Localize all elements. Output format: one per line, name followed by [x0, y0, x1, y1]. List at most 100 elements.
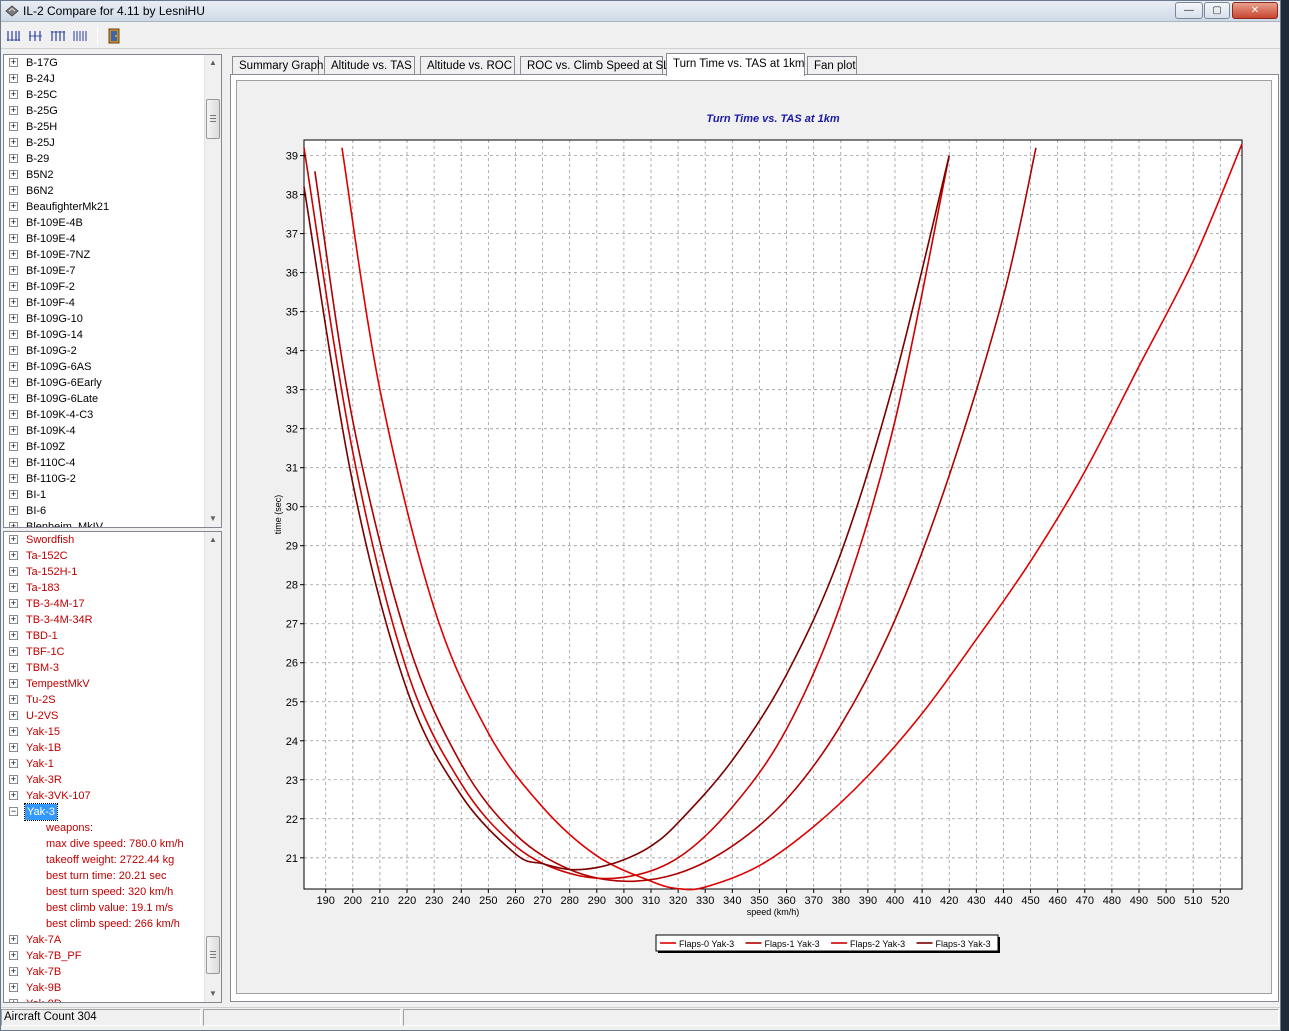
expand-icon[interactable]: + [9, 58, 18, 67]
tree-item[interactable]: + Bf-109G-10 [4, 311, 204, 327]
tree-item[interactable]: + Bf-109K-4-C3 [4, 407, 204, 423]
bars-2-icon[interactable] [27, 27, 45, 45]
turn-time-chart[interactable]: 190 200 210 220 230 240 250 260 270 280 290 300 310 3… [237, 81, 1273, 995]
tree-item[interactable]: + Ta-152H-1 [4, 564, 204, 580]
tab-fan-plot[interactable]: Fan plot [807, 56, 857, 75]
expand-icon[interactable]: + [9, 138, 18, 147]
tree-item[interactable]: + Yak-9D [4, 996, 204, 1002]
scroll-thumb[interactable] [206, 99, 220, 139]
tree-item[interactable]: + Ta-152C [4, 548, 204, 564]
tree-item[interactable]: + Yak-15 [4, 724, 204, 740]
tree-item[interactable]: + Yak-7A [4, 932, 204, 948]
tree-item[interactable]: + Bf-110C-4 [4, 455, 204, 471]
expand-icon[interactable]: + [9, 631, 18, 640]
tree-item[interactable]: + Yak-9B [4, 980, 204, 996]
expand-icon[interactable]: + [9, 663, 18, 672]
tree-item[interactable]: + Bf-109F-4 [4, 295, 204, 311]
bars-4-icon[interactable] [71, 27, 89, 45]
tree-bottom-scrollbar[interactable]: ▲ ▼ [204, 532, 221, 1002]
close-button[interactable]: ✕ [1232, 2, 1278, 19]
bars-3-icon[interactable] [49, 27, 67, 45]
tree-item[interactable]: + B-17G [4, 55, 204, 71]
tab-altitude-vs-roc[interactable]: Altitude vs. ROC [420, 56, 515, 75]
expand-icon[interactable]: + [9, 522, 18, 527]
expand-icon[interactable]: + [9, 266, 18, 275]
expand-icon[interactable]: + [9, 298, 18, 307]
scroll-thumb[interactable] [206, 936, 220, 974]
tree-item[interactable]: + Swordfish [4, 532, 204, 548]
expand-icon[interactable]: + [9, 506, 18, 515]
tree-item[interactable]: + Bf-110G-2 [4, 471, 204, 487]
tree-item[interactable]: + Bf-109G-6Late [4, 391, 204, 407]
tree-item[interactable]: + B-24J [4, 71, 204, 87]
tree-detail-item[interactable]: best climb speed: 266 km/h [4, 916, 204, 932]
bars-1-icon[interactable] [5, 27, 23, 45]
tree-item[interactable]: + Yak-1B [4, 740, 204, 756]
expand-icon[interactable]: + [9, 154, 18, 163]
tree-item[interactable]: + Yak-7B [4, 964, 204, 980]
tree-item[interactable]: + Bf-109G-14 [4, 327, 204, 343]
tree-item[interactable]: + Tu-2S [4, 692, 204, 708]
tree-detail-item[interactable]: best turn time: 20.21 sec [4, 868, 204, 884]
tree-item[interactable]: + Yak-3VK-107 [4, 788, 204, 804]
expand-icon[interactable]: + [9, 442, 18, 451]
tree-item[interactable]: + B-25G [4, 103, 204, 119]
expand-icon[interactable]: + [9, 426, 18, 435]
tree-item[interactable]: + U-2VS [4, 708, 204, 724]
tree-detail-item[interactable]: weapons: [4, 820, 204, 836]
expand-icon[interactable]: + [9, 967, 18, 976]
tree-item[interactable]: + BeaufighterMk21 [4, 199, 204, 215]
expand-icon[interactable]: + [9, 935, 18, 944]
scroll-up-icon[interactable]: ▲ [205, 55, 221, 71]
expand-icon[interactable]: + [9, 474, 18, 483]
expand-icon[interactable]: + [9, 551, 18, 560]
tree-item[interactable]: + B-25J [4, 135, 204, 151]
expand-icon[interactable]: + [9, 647, 18, 656]
tree-item[interactable]: + TB-3-4M-34R [4, 612, 204, 628]
expand-icon[interactable]: + [9, 759, 18, 768]
expand-icon[interactable]: + [9, 106, 18, 115]
expand-icon[interactable]: + [9, 90, 18, 99]
aircraft-tree-top[interactable]: + B-17G + B-24J + B-25C + B-25G + B-25H + B-25J + B-2… [3, 54, 222, 528]
tab-summary-graph[interactable]: Summary Graph [232, 56, 323, 75]
tree-item[interactable]: + Blenheim_MkIV [4, 519, 204, 527]
tree-item[interactable]: + Bf-109Z [4, 439, 204, 455]
tree-item[interactable]: + TempestMkV [4, 676, 204, 692]
expand-icon[interactable]: + [9, 234, 18, 243]
tree-item[interactable]: + Yak-7B_PF [4, 948, 204, 964]
tab-roc-vs-climb-speed[interactable]: ROC vs. Climb Speed at SL [520, 56, 670, 75]
tree-item[interactable]: + B-29 [4, 151, 204, 167]
expand-icon[interactable]: + [9, 74, 18, 83]
tree-item[interactable]: + TBM-3 [4, 660, 204, 676]
expand-icon[interactable]: + [9, 218, 18, 227]
expand-icon[interactable]: + [9, 250, 18, 259]
expand-icon[interactable]: + [9, 330, 18, 339]
tree-item[interactable]: + BI-1 [4, 487, 204, 503]
scroll-up-icon[interactable]: ▲ [205, 532, 221, 548]
tree-item[interactable]: − Yak-3 [4, 803, 204, 821]
expand-icon[interactable]: + [9, 458, 18, 467]
expand-icon[interactable]: + [9, 695, 18, 704]
expand-icon[interactable]: + [9, 983, 18, 992]
tree-item[interactable]: + Bf-109E-7NZ [4, 247, 204, 263]
maximize-button[interactable]: ▢ [1204, 2, 1230, 19]
tree-item[interactable]: + Bf-109G-6AS [4, 359, 204, 375]
exit-door-icon[interactable] [105, 27, 123, 45]
tree-item[interactable]: + Bf-109E-4B [4, 215, 204, 231]
expand-icon[interactable]: + [9, 679, 18, 688]
expand-icon[interactable]: + [9, 346, 18, 355]
expand-icon[interactable]: + [9, 202, 18, 211]
tree-item[interactable]: + TB-3-4M-17 [4, 596, 204, 612]
expand-icon[interactable]: + [9, 775, 18, 784]
tree-item[interactable]: + Ta-183 [4, 580, 204, 596]
tree-item[interactable]: + TBF-1C [4, 644, 204, 660]
tree-item[interactable]: + Bf-109G-2 [4, 343, 204, 359]
expand-icon[interactable]: + [9, 186, 18, 195]
expand-icon[interactable]: + [9, 282, 18, 291]
tree-item[interactable]: + B6N2 [4, 183, 204, 199]
tree-top-scrollbar[interactable]: ▲ ▼ [204, 55, 221, 527]
expand-icon[interactable]: + [9, 362, 18, 371]
tree-item[interactable]: + Bf-109G-6Early [4, 375, 204, 391]
expand-icon[interactable]: + [9, 727, 18, 736]
tree-detail-item[interactable]: best climb value: 19.1 m/s [4, 900, 204, 916]
